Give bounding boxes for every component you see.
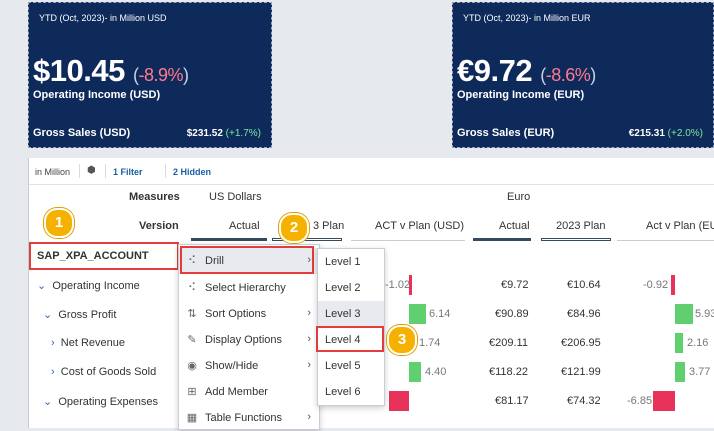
- cell-eur-plan: €74.32: [567, 395, 601, 407]
- menu-item-add-member[interactable]: ⊞ Add Member: [179, 379, 319, 405]
- kpi-gross-sales-label: Gross Sales (EUR): [457, 127, 555, 139]
- kpi-label: Operating Income (EUR): [457, 89, 585, 101]
- cell-eur-actual: €209.11: [489, 337, 528, 349]
- cell-eur-plan: €84.96: [567, 308, 601, 320]
- variance-value: 6.14: [429, 308, 451, 320]
- cell-eur-actual: €90.89: [495, 308, 529, 320]
- table-row[interactable]: ⌄ Operating Income: [37, 279, 140, 292]
- table-row[interactable]: › Net Revenue: [51, 337, 125, 349]
- variance-bar-positive: [409, 362, 421, 382]
- currency-usd-label: US Dollars: [209, 191, 262, 203]
- menu-item-select-hierarchy[interactable]: ⠪ Select Hierarchy: [179, 275, 319, 301]
- cube-icon[interactable]: ⬢: [87, 165, 96, 176]
- chevron-right-icon: ›: [307, 333, 311, 345]
- col-header-actual-eur[interactable]: Actual: [499, 220, 530, 232]
- table-row[interactable]: ⌄ Operating Expenses: [43, 395, 158, 408]
- variance-bar-positive: [675, 333, 683, 353]
- cell-eur-var: 3.77: [689, 366, 711, 378]
- kpi-card-eur[interactable]: YTD (Oct, 2023)- in Million EUR €9.72 (-…: [452, 2, 714, 148]
- highlight-level-4: [316, 326, 384, 352]
- unit-label: in Million: [35, 167, 71, 177]
- cell-eur-actual: €118.22: [489, 366, 528, 378]
- submenu-level-5[interactable]: Level 5: [318, 353, 384, 379]
- step-badge-2: 2: [279, 213, 309, 243]
- version-label: Version: [139, 220, 179, 232]
- table-row[interactable]: ⌄ Gross Profit: [43, 308, 116, 321]
- cell-eur-var: 5.93: [695, 308, 714, 320]
- col-marker-var-eur: [617, 240, 714, 241]
- table-toolbar: in Million ⬢ 1 Filter 2 Hidden: [29, 158, 714, 185]
- col-marker-actual: [191, 238, 267, 241]
- chevron-right-icon: ›: [307, 307, 311, 319]
- cell-eur-actual: €9.72: [501, 279, 529, 291]
- menu-item-sort-options[interactable]: ⇅ Sort Options ›: [179, 301, 319, 327]
- cell-eur-plan: €121.99: [561, 366, 601, 378]
- col-header-actual-usd[interactable]: Actual: [229, 220, 260, 232]
- cell-eur-plan: €10.64: [567, 279, 601, 291]
- col-header-act-v-plan-usd[interactable]: ACT v Plan (USD): [375, 220, 464, 232]
- submenu-level-1[interactable]: Level 1: [318, 249, 384, 275]
- cell-eur-var: 2.16: [687, 337, 709, 349]
- kpi-gross-sales-value: €215.31 (+2.0%): [628, 128, 703, 139]
- variance-value: 1.74: [419, 337, 441, 349]
- kpi-subtitle: YTD (Oct, 2023)- in Million EUR: [463, 13, 591, 23]
- measures-label: Measures: [129, 191, 180, 203]
- col-marker-actual-eur: [473, 238, 531, 241]
- step-badge-3: 3: [387, 325, 417, 355]
- kpi-card-usd[interactable]: YTD (Oct, 2023)- in Million USD $10.45 (…: [28, 2, 272, 148]
- submenu-level-2[interactable]: Level 2: [318, 275, 384, 301]
- kpi-label: Operating Income (USD): [33, 89, 161, 101]
- kpi-variance: (-8.9%): [132, 65, 189, 85]
- col-header-plan-usd[interactable]: 3 Plan: [313, 220, 344, 232]
- col-marker-var: [351, 240, 465, 241]
- col-header-plan-eur[interactable]: 2023 Plan: [556, 220, 606, 232]
- wrench-icon: ✎: [187, 334, 197, 346]
- kpi-variance: (-8.6%): [540, 65, 596, 85]
- cell-eur-var: -0.92: [643, 279, 669, 291]
- kpi-value-number: $10.45: [33, 53, 125, 88]
- kpi-value-number: €9.72: [457, 53, 533, 88]
- cell-eur-var: -6.85: [627, 395, 653, 407]
- table-row[interactable]: › Cost of Goods Sold: [51, 366, 156, 378]
- hierarchy-icon: ⠪: [187, 282, 197, 294]
- chevron-right-icon: ›: [307, 359, 311, 371]
- sort-icon: ⇅: [187, 308, 197, 320]
- variance-bar-positive: [675, 304, 693, 324]
- kpi-value: €9.72 (-8.6%): [457, 53, 596, 89]
- currency-eur-label: Euro: [507, 191, 531, 203]
- variance-bar-positive: [409, 304, 426, 324]
- variance-bar-negative: [671, 275, 675, 295]
- kpi-value: $10.45 (-8.9%): [33, 53, 189, 89]
- hidden-link[interactable]: 2 Hidden: [173, 167, 211, 177]
- variance-bar-negative: [389, 391, 409, 411]
- submenu-level-6[interactable]: Level 6: [318, 379, 384, 405]
- cell-eur-actual: €81.17: [495, 395, 529, 407]
- highlight-drill: [180, 246, 314, 274]
- variance-value: -1.02: [385, 279, 411, 291]
- chevron-right-icon: ›: [307, 411, 311, 423]
- kpi-subtitle: YTD (Oct, 2023)- in Million USD: [39, 13, 167, 23]
- kpi-gross-sales-value: $231.52 (+1.7%): [186, 128, 261, 139]
- variance-value: 4.40: [425, 366, 447, 378]
- menu-item-show-hide[interactable]: ◉ Show/Hide ›: [179, 353, 319, 379]
- highlight-dimension: [29, 242, 179, 270]
- col-marker-plan-eur: [541, 238, 611, 241]
- menu-item-table-functions[interactable]: ▦ Table Functions ›: [179, 405, 319, 431]
- step-badge-1: 1: [44, 208, 74, 238]
- variance-bar-positive: [675, 362, 685, 382]
- filter-link[interactable]: 1 Filter: [113, 167, 143, 177]
- submenu-level-3[interactable]: Level 3: [318, 301, 384, 327]
- eye-icon: ◉: [187, 360, 197, 372]
- col-header-act-v-plan-eur[interactable]: Act v Plan (EU: [646, 220, 714, 232]
- cell-eur-plan: €206.95: [561, 337, 601, 349]
- add-member-icon: ⊞: [187, 386, 197, 398]
- variance-bar-negative: [653, 391, 675, 411]
- menu-item-display-options[interactable]: ✎ Display Options ›: [179, 327, 319, 353]
- table-icon: ▦: [186, 412, 198, 424]
- kpi-gross-sales-label: Gross Sales (USD): [33, 127, 131, 139]
